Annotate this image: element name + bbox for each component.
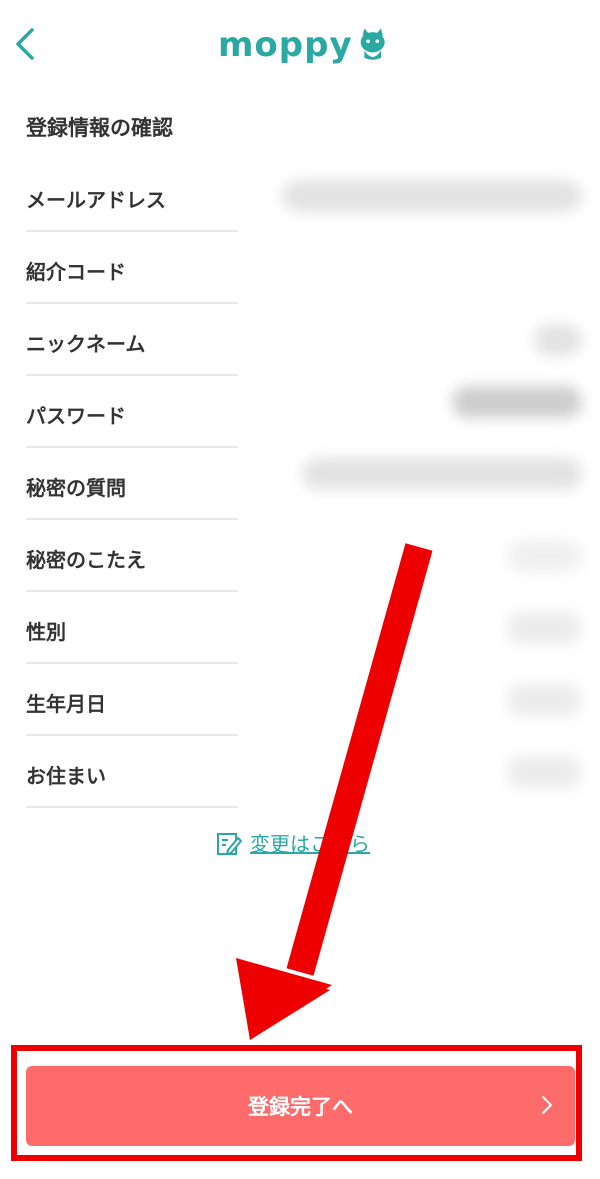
row-email: メールアドレス [0,160,600,232]
blurred-value [507,612,582,644]
logo-text: moppy [218,25,353,65]
blurred-value [534,324,582,356]
registration-info-list: メールアドレス 紹介コード ニックネーム パスワード 秘密の質問 秘密のこたえ … [0,160,600,808]
row-label: 生年月日 [26,692,106,716]
row-residence: お住まい [0,736,600,808]
blurred-value [507,540,582,572]
row-secret-answer: 秘密のこたえ [0,520,600,592]
row-label: 性別 [26,620,66,644]
blurred-value [282,180,582,212]
blurred-value [452,386,582,418]
complete-registration-button[interactable]: 登録完了へ [26,1066,575,1146]
divider [26,806,238,808]
row-label: メールアドレス [26,188,166,212]
row-referral-code: 紹介コード [0,232,600,304]
row-gender: 性別 [0,592,600,664]
row-secret-question: 秘密の質問 [0,448,600,520]
row-label: 秘密の質問 [26,476,126,500]
back-button[interactable] [8,22,48,66]
chevron-right-icon [542,1096,552,1114]
change-link[interactable]: 変更はこちら [216,828,370,857]
moppy-logo: moppy [218,20,388,70]
row-birthday: 生年月日 [0,664,600,736]
row-label: お住まい [26,764,106,788]
complete-button-label: 登録完了へ [248,1095,353,1119]
blurred-value [507,684,582,716]
mascot-icon [360,28,385,60]
page-title: 登録情報の確認 [26,116,173,140]
header: moppy [0,0,600,90]
row-nickname: ニックネーム [0,304,600,376]
blurred-value [302,458,582,490]
row-label: パスワード [26,404,126,428]
row-label: 秘密のこたえ [26,548,146,572]
row-password: パスワード [0,376,600,448]
blurred-value [507,756,582,788]
change-link-label: 変更はこちら [250,832,370,856]
row-label: 紹介コード [26,260,126,284]
row-label: ニックネーム [26,332,146,356]
chevron-left-icon [16,28,34,60]
edit-icon [217,832,242,855]
